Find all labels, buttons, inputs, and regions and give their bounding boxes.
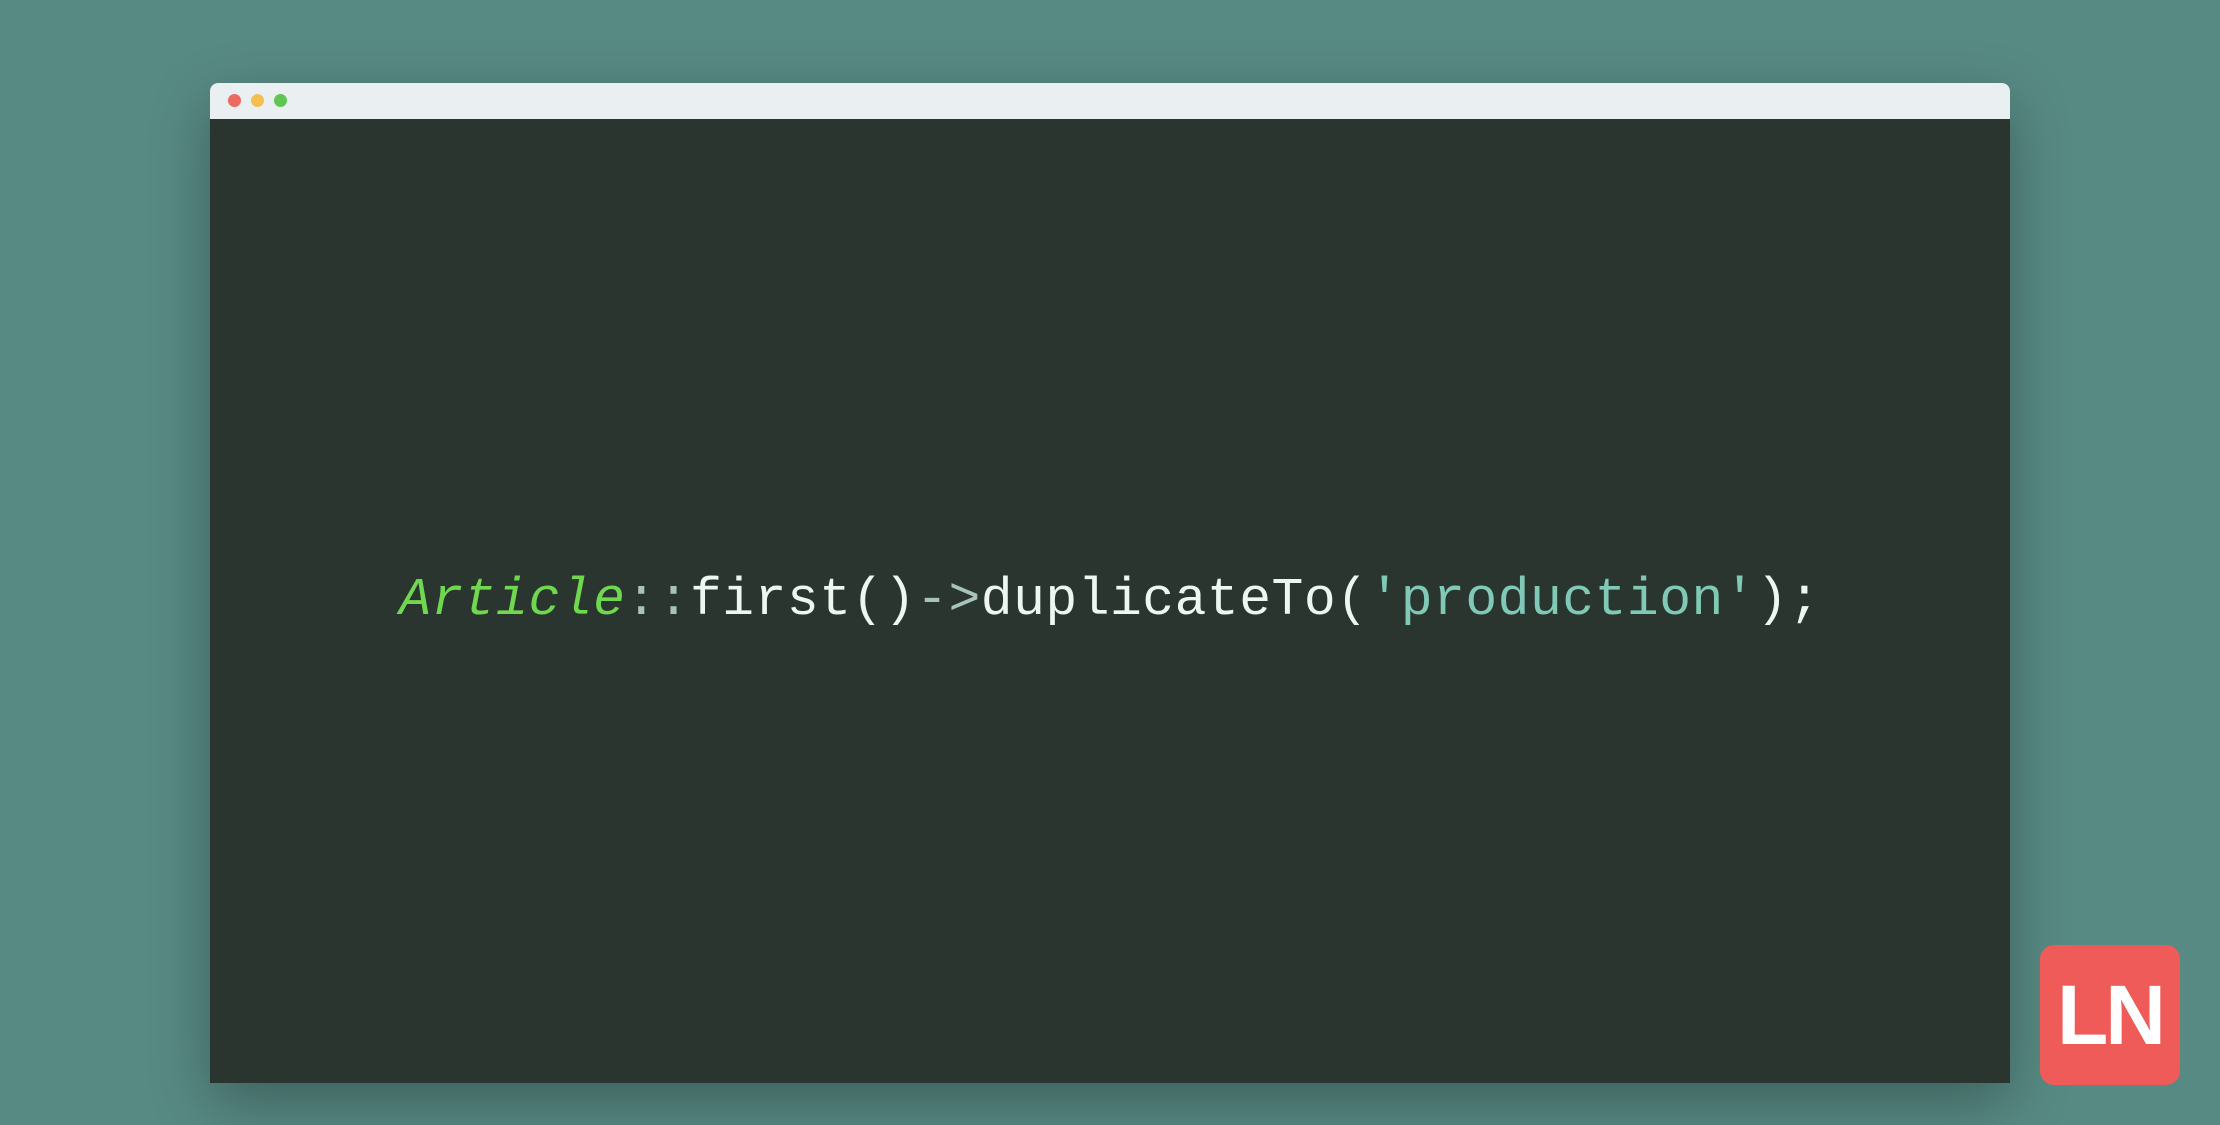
token-string-arg: 'production'	[1368, 570, 1756, 630]
minimize-icon[interactable]	[251, 94, 264, 107]
token-arrow-operator: ->	[916, 570, 981, 630]
token-parens: ()	[852, 570, 917, 630]
editor-window: Article::first()->duplicateTo('productio…	[210, 83, 2010, 1083]
code-editor-area: Article::first()->duplicateTo('productio…	[210, 119, 2010, 1083]
token-semicolon: ;	[1788, 570, 1820, 630]
window-titlebar	[210, 83, 2010, 119]
token-scope-operator: ::	[625, 570, 690, 630]
token-close-paren: )	[1756, 570, 1788, 630]
maximize-icon[interactable]	[274, 94, 287, 107]
token-method-duplicateto: duplicateTo	[981, 570, 1336, 630]
close-icon[interactable]	[228, 94, 241, 107]
logo-badge: LN	[2040, 945, 2180, 1085]
logo-text: LN	[2057, 973, 2163, 1057]
token-method-first: first	[690, 570, 852, 630]
code-line: Article::first()->duplicateTo('productio…	[399, 563, 1821, 637]
token-open-paren: (	[1336, 570, 1368, 630]
token-class: Article	[399, 570, 625, 630]
